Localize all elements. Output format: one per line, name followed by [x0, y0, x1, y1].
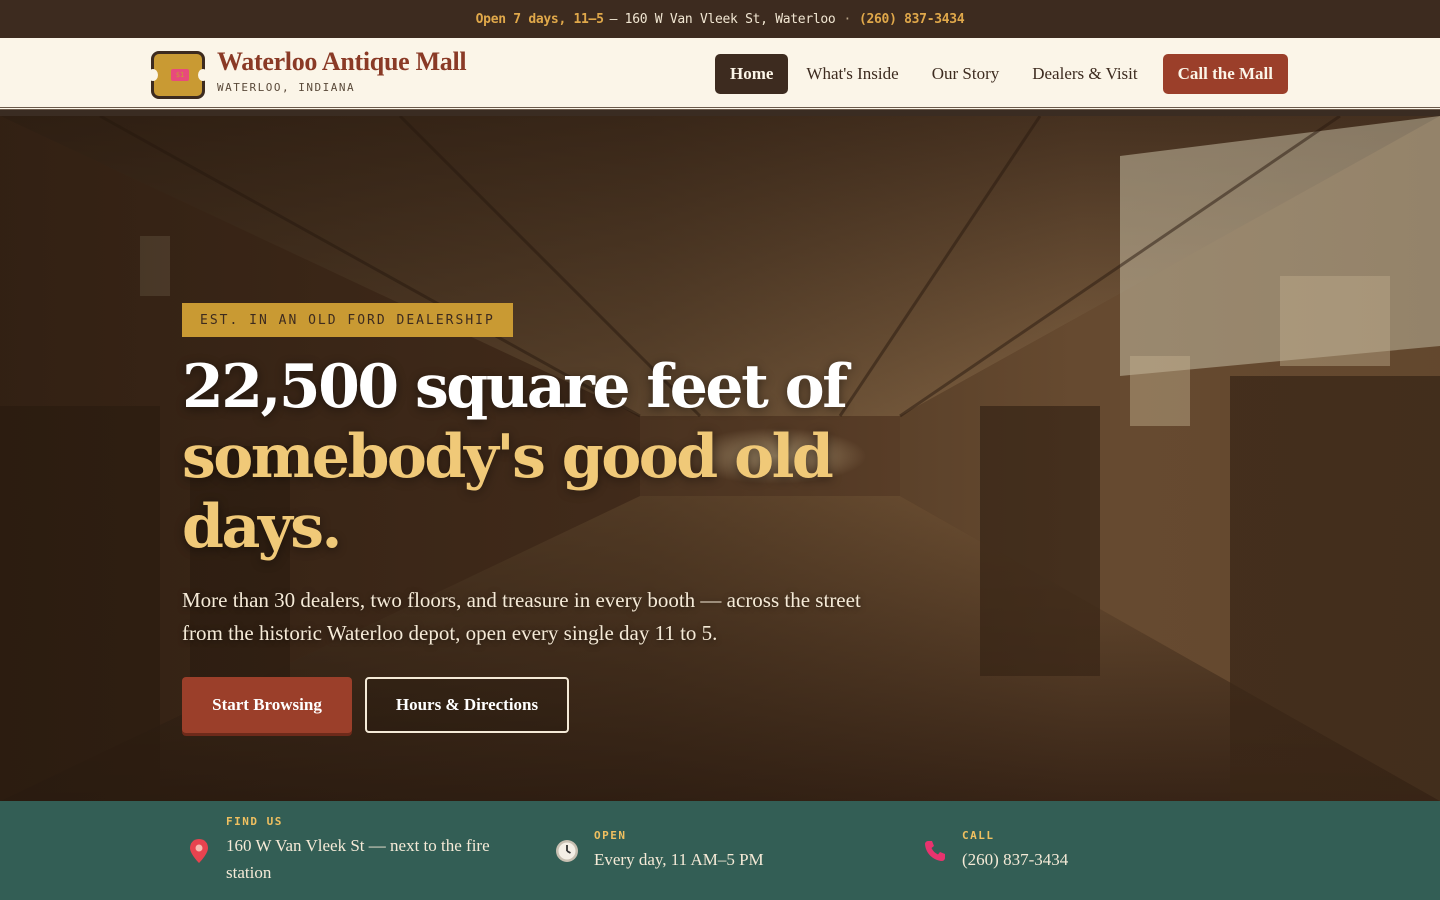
hours-text: Open 7 days, 11–5: [475, 11, 604, 27]
call-label: CALL: [962, 828, 995, 842]
headline-gold: somebody's good old days.: [182, 422, 834, 562]
headline-white: 22,500 square feet of: [182, 352, 848, 422]
hero-section: EST. IN AN OLD FORD DEALERSHIP 22,500 sq…: [0, 116, 1440, 801]
nav-home[interactable]: Home: [714, 54, 789, 94]
find-us-value: 160 W Van Vleek St — next to the fire st…: [226, 836, 490, 882]
info-call[interactable]: CALL (260) 837-3434: [922, 801, 1252, 900]
phone-link[interactable]: (260) 837-3434: [859, 12, 965, 27]
hours-directions-button[interactable]: Hours & Directions: [365, 677, 569, 733]
open-value: Every day, 11 AM–5 PM: [594, 849, 764, 869]
start-browsing-button[interactable]: Start Browsing: [182, 677, 352, 733]
address-text: — 160 W Van Vleek St, Waterloo: [609, 11, 836, 27]
logo-ticket-icon[interactable]: $1: [148, 51, 208, 99]
eyebrow-badge: EST. IN AN OLD FORD DEALERSHIP: [182, 303, 513, 337]
nav-our-story[interactable]: Our Story: [917, 54, 1015, 94]
info-open: OPEN Every day, 11 AM–5 PM: [554, 801, 884, 900]
hero-headline: 22,500 square feet of somebody's good ol…: [182, 352, 882, 562]
logo-price-tag: $1: [171, 69, 189, 81]
nav-dealers-visit[interactable]: Dealers & Visit: [1017, 54, 1152, 94]
main-nav: Home What's Inside Our Story Dealers & V…: [712, 54, 1288, 94]
call-mall-button[interactable]: Call the Mall: [1162, 54, 1288, 94]
clock-icon: [554, 838, 580, 864]
brand-location: WATERLOO, INDIANA: [217, 81, 356, 94]
separator: ·: [843, 11, 851, 27]
pin-icon: [186, 838, 212, 864]
info-strip: FIND US 160 W Van Vleek St — next to the…: [0, 801, 1440, 900]
nav-whats-inside[interactable]: What's Inside: [791, 54, 913, 94]
hero-lede: More than 30 dealers, two floors, and tr…: [182, 588, 861, 645]
find-us-label: FIND US: [226, 815, 283, 828]
site-header: $1 Waterloo Antique Mall WATERLOO, INDIA…: [0, 38, 1440, 110]
brand-name[interactable]: Waterloo Antique Mall: [217, 47, 467, 77]
phone-icon: [922, 838, 948, 864]
call-value: (260) 837-3434: [962, 849, 1069, 869]
info-find-us[interactable]: FIND US 160 W Van Vleek St — next to the…: [186, 801, 516, 900]
open-label: OPEN: [594, 828, 627, 842]
announcement-bar: Open 7 days, 11–5 — 160 W Van Vleek St, …: [0, 0, 1440, 38]
